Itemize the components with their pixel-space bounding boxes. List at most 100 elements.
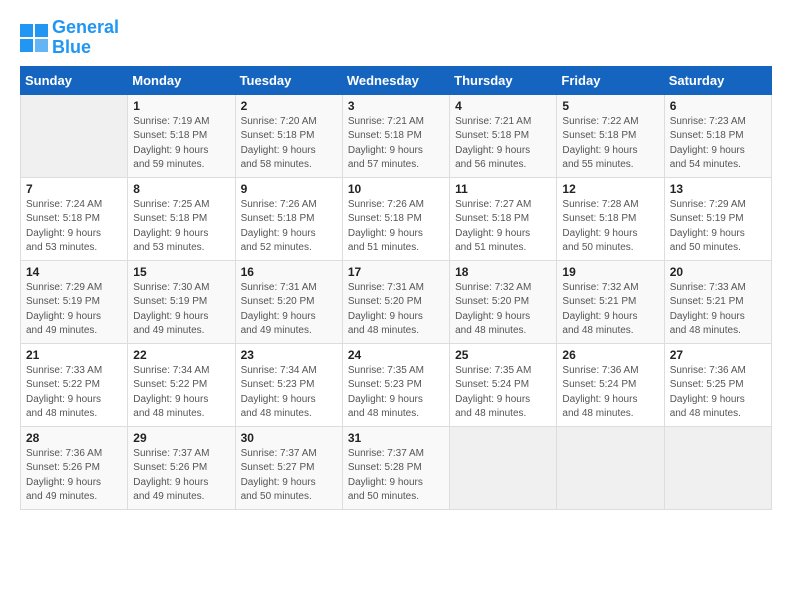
calendar-cell: 2 Sunrise: 7:20 AMSunset: 5:18 PMDaylight…: [235, 94, 342, 177]
calendar-cell: 12 Sunrise: 7:28 AMSunset: 5:18 PMDayligh…: [557, 177, 664, 260]
day-info: Sunrise: 7:24 AMSunset: 5:18 PMDaylight:…: [26, 198, 122, 256]
day-number: 4: [455, 99, 551, 113]
calendar-cell: 5 Sunrise: 7:22 AMSunset: 5:18 PMDaylight…: [557, 94, 664, 177]
day-number: 20: [670, 265, 766, 279]
header-friday: Friday: [557, 66, 664, 94]
day-info: Sunrise: 7:31 AMSunset: 5:20 PMDaylight:…: [241, 281, 337, 339]
day-info: Sunrise: 7:37 AMSunset: 5:28 PMDaylight:…: [348, 447, 444, 505]
calendar-cell: 6Sunrise: 7:23 AMSunset: 5:18 PMDaylight…: [664, 94, 771, 177]
header-wednesday: Wednesday: [342, 66, 449, 94]
day-info: Sunrise: 7:20 AMSunset: 5:18 PMDaylight:…: [241, 115, 337, 173]
day-info: Sunrise: 7:35 AMSunset: 5:24 PMDaylight:…: [455, 364, 551, 422]
day-number: 10: [348, 182, 444, 196]
day-info: Sunrise: 7:21 AMSunset: 5:18 PMDaylight:…: [455, 115, 551, 173]
day-number: 7: [26, 182, 122, 196]
calendar-cell: 4 Sunrise: 7:21 AMSunset: 5:18 PMDaylight…: [450, 94, 557, 177]
page: General Blue SundayMondayTuesdayWednesda…: [0, 0, 792, 520]
day-number: 15: [133, 265, 229, 279]
calendar-cell: 25 Sunrise: 7:35 AMSunset: 5:24 PMDayligh…: [450, 343, 557, 426]
day-info: Sunrise: 7:27 AMSunset: 5:18 PMDaylight:…: [455, 198, 551, 256]
day-number: 29: [133, 431, 229, 445]
day-number: 19: [562, 265, 658, 279]
logo-general: General: [52, 17, 119, 37]
day-number: 17: [348, 265, 444, 279]
day-info: Sunrise: 7:35 AMSunset: 5:23 PMDaylight:…: [348, 364, 444, 422]
calendar-cell: [664, 426, 771, 509]
calendar-cell: 13Sunrise: 7:29 AMSunset: 5:19 PMDayligh…: [664, 177, 771, 260]
calendar-week-3: 14Sunrise: 7:29 AMSunset: 5:19 PMDayligh…: [21, 260, 772, 343]
calendar-cell: 7 Sunrise: 7:24 AMSunset: 5:18 PMDaylight…: [21, 177, 128, 260]
day-info: Sunrise: 7:26 AMSunset: 5:18 PMDaylight:…: [348, 198, 444, 256]
header-monday: Monday: [128, 66, 235, 94]
day-info: Sunrise: 7:28 AMSunset: 5:18 PMDaylight:…: [562, 198, 658, 256]
calendar-cell: [21, 94, 128, 177]
day-number: 30: [241, 431, 337, 445]
calendar-cell: 16 Sunrise: 7:31 AMSunset: 5:20 PMDayligh…: [235, 260, 342, 343]
calendar-cell: 18 Sunrise: 7:32 AMSunset: 5:20 PMDayligh…: [450, 260, 557, 343]
day-number: 31: [348, 431, 444, 445]
day-info: Sunrise: 7:21 AMSunset: 5:18 PMDaylight:…: [348, 115, 444, 173]
day-info: Sunrise: 7:32 AMSunset: 5:21 PMDaylight:…: [562, 281, 658, 339]
calendar-cell: 31 Sunrise: 7:37 AMSunset: 5:28 PMDayligh…: [342, 426, 449, 509]
day-number: 22: [133, 348, 229, 362]
day-number: 2: [241, 99, 337, 113]
calendar-cell: 30 Sunrise: 7:37 AMSunset: 5:27 PMDayligh…: [235, 426, 342, 509]
day-number: 21: [26, 348, 122, 362]
calendar-cell: 26 Sunrise: 7:36 AMSunset: 5:24 PMDayligh…: [557, 343, 664, 426]
logo: General Blue: [20, 18, 119, 58]
logo-icon: [20, 24, 48, 52]
header-sunday: Sunday: [21, 66, 128, 94]
day-info: Sunrise: 7:37 AMSunset: 5:26 PMDaylight:…: [133, 447, 229, 505]
day-number: 13: [670, 182, 766, 196]
calendar-week-1: 1 Sunrise: 7:19 AMSunset: 5:18 PMDaylight…: [21, 94, 772, 177]
calendar-cell: 29 Sunrise: 7:37 AMSunset: 5:26 PMDayligh…: [128, 426, 235, 509]
day-info: Sunrise: 7:32 AMSunset: 5:20 PMDaylight:…: [455, 281, 551, 339]
day-info: Sunrise: 7:29 AMSunset: 5:19 PMDaylight:…: [26, 281, 122, 339]
calendar-cell: 24 Sunrise: 7:35 AMSunset: 5:23 PMDayligh…: [342, 343, 449, 426]
day-info: Sunrise: 7:25 AMSunset: 5:18 PMDaylight:…: [133, 198, 229, 256]
calendar-cell: 22 Sunrise: 7:34 AMSunset: 5:22 PMDayligh…: [128, 343, 235, 426]
calendar-cell: 19 Sunrise: 7:32 AMSunset: 5:21 PMDayligh…: [557, 260, 664, 343]
day-info: Sunrise: 7:22 AMSunset: 5:18 PMDaylight:…: [562, 115, 658, 173]
day-number: 3: [348, 99, 444, 113]
header-tuesday: Tuesday: [235, 66, 342, 94]
calendar-week-5: 28 Sunrise: 7:36 AMSunset: 5:26 PMDayligh…: [21, 426, 772, 509]
calendar-cell: 27Sunrise: 7:36 AMSunset: 5:25 PMDayligh…: [664, 343, 771, 426]
day-info: Sunrise: 7:36 AMSunset: 5:26 PMDaylight:…: [26, 447, 122, 505]
day-info: Sunrise: 7:37 AMSunset: 5:27 PMDaylight:…: [241, 447, 337, 505]
calendar-header-row: SundayMondayTuesdayWednesdayThursdayFrid…: [21, 66, 772, 94]
day-info: Sunrise: 7:19 AMSunset: 5:18 PMDaylight:…: [133, 115, 229, 173]
header: General Blue: [20, 18, 772, 58]
day-number: 27: [670, 348, 766, 362]
calendar-cell: 1 Sunrise: 7:19 AMSunset: 5:18 PMDaylight…: [128, 94, 235, 177]
calendar-week-2: 7 Sunrise: 7:24 AMSunset: 5:18 PMDaylight…: [21, 177, 772, 260]
day-number: 18: [455, 265, 551, 279]
day-number: 23: [241, 348, 337, 362]
day-number: 16: [241, 265, 337, 279]
day-info: Sunrise: 7:33 AMSunset: 5:22 PMDaylight:…: [26, 364, 122, 422]
calendar-cell: 15Sunrise: 7:30 AMSunset: 5:19 PMDayligh…: [128, 260, 235, 343]
calendar-cell: 20Sunrise: 7:33 AMSunset: 5:21 PMDayligh…: [664, 260, 771, 343]
calendar-cell: 17 Sunrise: 7:31 AMSunset: 5:20 PMDayligh…: [342, 260, 449, 343]
calendar-table: SundayMondayTuesdayWednesdayThursdayFrid…: [20, 66, 772, 510]
day-number: 25: [455, 348, 551, 362]
day-number: 24: [348, 348, 444, 362]
day-info: Sunrise: 7:26 AMSunset: 5:18 PMDaylight:…: [241, 198, 337, 256]
day-info: Sunrise: 7:23 AMSunset: 5:18 PMDaylight:…: [670, 115, 766, 173]
calendar-cell: 10 Sunrise: 7:26 AMSunset: 5:18 PMDayligh…: [342, 177, 449, 260]
day-number: 11: [455, 182, 551, 196]
day-number: 8: [133, 182, 229, 196]
logo-text: General Blue: [52, 18, 119, 58]
day-info: Sunrise: 7:34 AMSunset: 5:22 PMDaylight:…: [133, 364, 229, 422]
day-info: Sunrise: 7:34 AMSunset: 5:23 PMDaylight:…: [241, 364, 337, 422]
calendar-cell: [450, 426, 557, 509]
day-number: 26: [562, 348, 658, 362]
day-number: 5: [562, 99, 658, 113]
day-info: Sunrise: 7:36 AMSunset: 5:24 PMDaylight:…: [562, 364, 658, 422]
day-number: 28: [26, 431, 122, 445]
calendar-cell: 3 Sunrise: 7:21 AMSunset: 5:18 PMDaylight…: [342, 94, 449, 177]
day-info: Sunrise: 7:31 AMSunset: 5:20 PMDaylight:…: [348, 281, 444, 339]
day-number: 1: [133, 99, 229, 113]
calendar-cell: [557, 426, 664, 509]
day-number: 12: [562, 182, 658, 196]
